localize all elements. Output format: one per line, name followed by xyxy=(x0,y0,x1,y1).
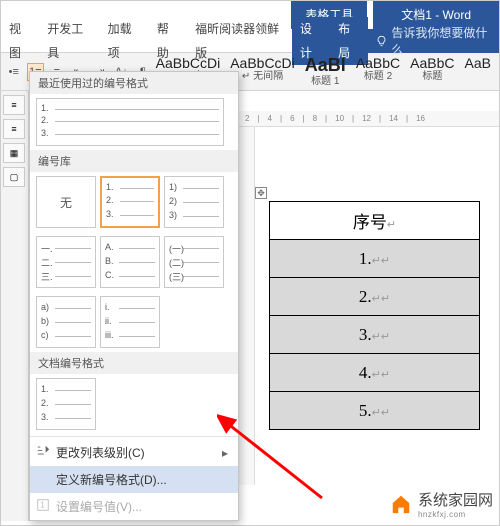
list-level-icon xyxy=(36,444,50,458)
left-ribbon-collapsed: ≡ ≡ ▦ ▢ xyxy=(1,91,29,521)
watermark-name: 系统家园网 xyxy=(418,492,493,509)
table-row[interactable]: 3.↵↵ xyxy=(270,316,480,354)
style-heading1[interactable]: AaBl 标题 1 xyxy=(305,56,346,87)
bulb-icon xyxy=(376,35,387,47)
tell-me-placeholder: 告诉我你想要做什么 xyxy=(391,24,491,58)
watermark-url: hnzkfxj.com xyxy=(418,510,493,519)
number-thumb-upper-alpha[interactable] xyxy=(100,236,160,288)
watermark-logo-icon xyxy=(390,493,412,515)
paragraph-mark-icon: ↵ xyxy=(387,219,396,231)
number-thumb-lower-roman[interactable] xyxy=(100,296,160,348)
tell-me-search[interactable]: 告诉我你想要做什么 xyxy=(368,29,499,53)
style-nospacing[interactable]: AaBbCcDi ↵ 无间隔 xyxy=(230,56,295,87)
borders-icon[interactable]: ▢ xyxy=(3,167,25,187)
table-row[interactable]: 2.↵↵ xyxy=(270,278,480,316)
document-table[interactable]: 序号↵ 1.↵↵ 2.↵↵ 3.↵↵ 4.↵↵ 5.↵↵ xyxy=(269,201,480,430)
table-header-row[interactable]: 序号↵ xyxy=(270,202,480,240)
menu-define-new-number-format[interactable]: 定义新编号格式(D)... xyxy=(30,466,238,493)
number-thumb-recent-1[interactable] xyxy=(36,98,224,146)
table-row[interactable]: 4.↵↵ xyxy=(270,354,480,392)
number-thumb-decimal-dot[interactable] xyxy=(100,176,160,228)
number-thumb-doc-1[interactable] xyxy=(36,378,96,430)
table-row[interactable]: 5.↵↵ xyxy=(270,392,480,430)
number-thumb-decimal-paren[interactable] xyxy=(164,176,224,228)
number-thumb-chinese-paren[interactable] xyxy=(164,236,224,288)
set-value-icon: 1 xyxy=(36,498,50,512)
watermark: 系统家园网 hnzkfxj.com xyxy=(390,489,493,519)
bullets-button[interactable]: •≡ xyxy=(5,63,23,81)
svg-text:1: 1 xyxy=(40,501,44,510)
gallery-section-library: 编号库 xyxy=(30,150,238,172)
number-thumb-lower-alpha[interactable] xyxy=(36,296,96,348)
tab-view[interactable]: 视图 xyxy=(1,17,39,65)
menu-change-list-level[interactable]: 更改列表级别(C) xyxy=(30,439,238,466)
ribbon-tabs: 视图 开发工具 加载项 帮助 福昕阅读器领鲜版 设计 布局 告诉我你想要做什么 xyxy=(1,29,499,53)
header-cell-text: 序号 xyxy=(353,213,387,232)
tab-developer[interactable]: 开发工具 xyxy=(39,17,99,65)
style-more[interactable]: AaB xyxy=(465,56,491,87)
style-title[interactable]: AaBbC 标题 xyxy=(410,56,454,87)
gallery-section-docfmt: 文档编号格式 xyxy=(30,352,238,374)
style-heading2[interactable]: AaBbC 标题 2 xyxy=(356,56,400,87)
gallery-section-recent: 最近使用过的编号格式 xyxy=(30,72,238,94)
shading-icon[interactable]: ▦ xyxy=(3,143,25,163)
tab-addins[interactable]: 加载项 xyxy=(100,17,149,65)
document-canvas[interactable]: ✥ 序号↵ 1.↵↵ 2.↵↵ 3.↵↵ 4.↵↵ 5.↵↵ xyxy=(255,127,499,485)
table-row[interactable]: 1.↵↵ xyxy=(270,240,480,278)
numbering-gallery-dropdown: 最近使用过的编号格式 编号库 无 xyxy=(29,71,239,521)
number-thumb-none[interactable]: 无 xyxy=(36,176,96,228)
horizontal-ruler[interactable]: 2| 4| 6| 8| 10| 12| 14| 16 xyxy=(239,111,499,127)
menu-set-number-value[interactable]: 1 设置编号值(V)... xyxy=(30,493,238,520)
number-thumb-chinese[interactable] xyxy=(36,236,96,288)
vertical-ruler[interactable] xyxy=(239,127,255,485)
table-move-handle-icon[interactable]: ✥ xyxy=(255,187,267,199)
align-center-icon[interactable]: ≡ xyxy=(3,119,25,139)
align-left-icon[interactable]: ≡ xyxy=(3,95,25,115)
